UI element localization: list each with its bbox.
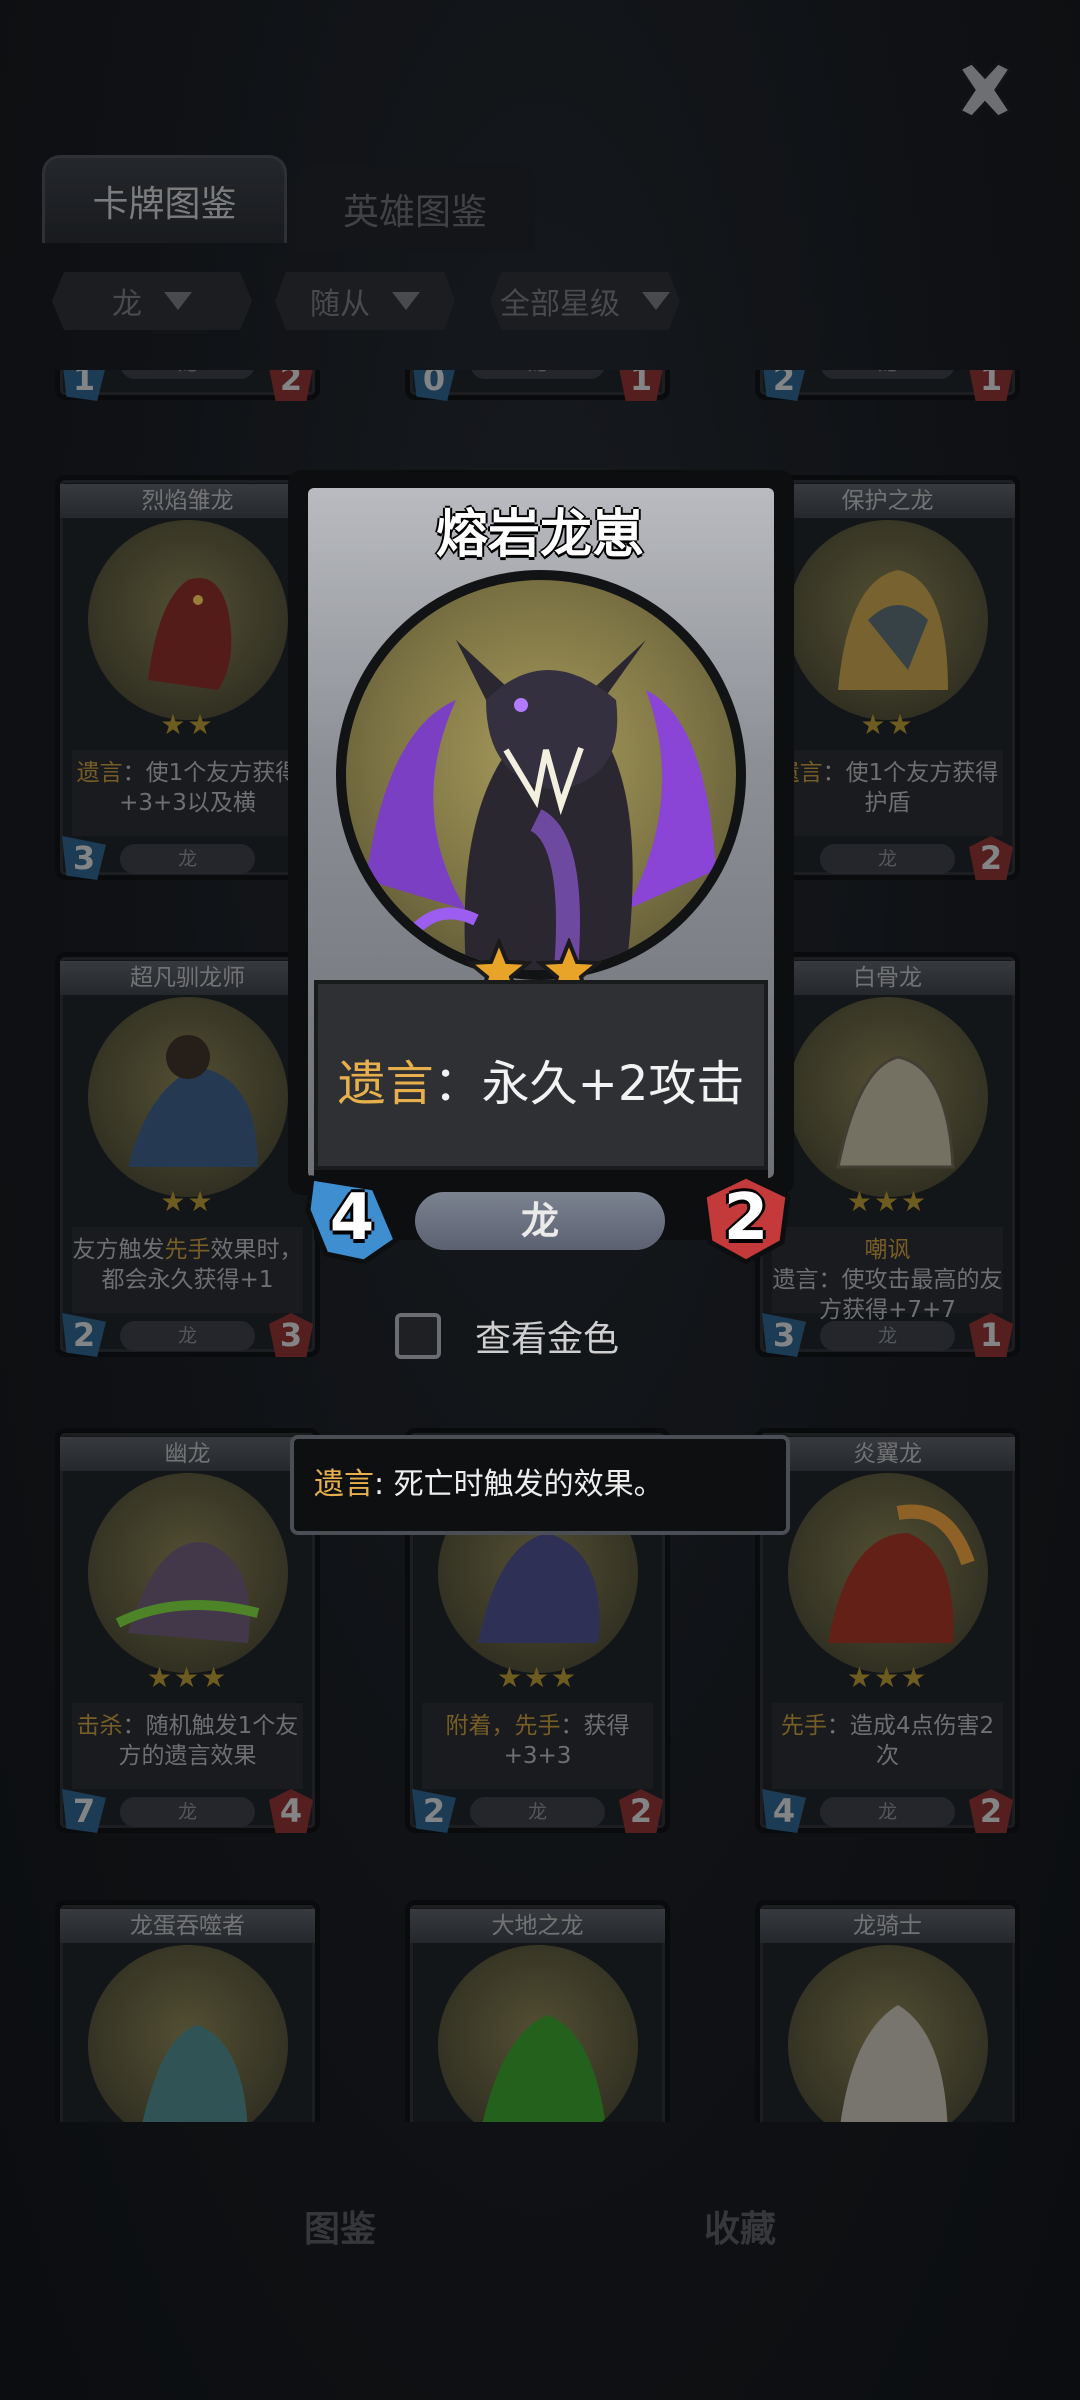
card-name: 熔岩龙崽 [435,505,644,565]
attack-badge: 4 [304,1170,400,1266]
gold-toggle-label: 查看金色 [475,1319,620,1360]
tooltip-keyword: 遗言 [314,1467,374,1502]
featured-card: 熔岩龙崽 遗言：永久+2攻击 龙 4 2 [280,470,800,1300]
tooltip-text: : 死亡时触发的效果。 [374,1467,664,1502]
card-description: 遗言：永久+2攻击 [337,1056,745,1112]
card-description-panel: 遗言：永久+2攻击 [314,980,768,1170]
keyword-tooltip: 遗言: 死亡时触发的效果。 [290,1435,790,1535]
card-art [336,570,746,980]
health-badge: 2 [698,1170,794,1266]
gold-toggle[interactable]: 查看金色 [395,1310,619,1362]
gold-checkbox[interactable] [395,1313,441,1359]
health-value: 2 [723,1181,769,1255]
attack-value: 4 [329,1181,375,1255]
tribe-label: 龙 [415,1192,665,1250]
